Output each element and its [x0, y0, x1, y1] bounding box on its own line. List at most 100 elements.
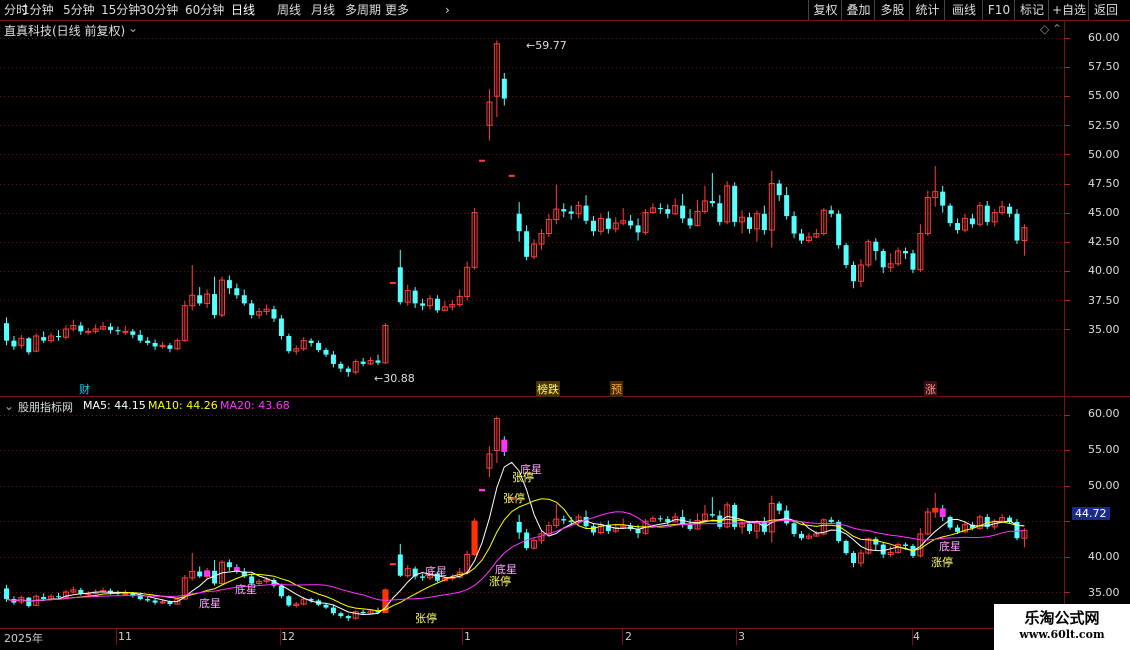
ind-candle-down: [41, 596, 47, 600]
ma5-line: [6, 461, 1025, 616]
main-candle-down: [4, 323, 9, 341]
main-candle-down: [969, 218, 975, 225]
ind-candle-down: [330, 607, 336, 614]
ind-candle-down: [947, 516, 953, 528]
main-candle-down: [1007, 206, 1013, 214]
main-candle-down: [226, 280, 232, 289]
main-candle-down: [286, 335, 292, 352]
ind-tick-40: 40.00: [1088, 550, 1120, 563]
ind-candle-down: [590, 526, 596, 533]
ind-candle-down: [828, 519, 834, 522]
limit-signal-1: 张停: [415, 612, 437, 625]
ind-candle-down: [397, 554, 403, 576]
ind-candle-down: [747, 524, 752, 532]
main-candle-down: [799, 233, 805, 241]
date-label-2025: 2025年: [4, 632, 43, 645]
main-candle-down: [115, 330, 121, 332]
ind-candle-down: [784, 510, 790, 524]
main-candle-down: [145, 340, 151, 343]
star-signal-2: 底星: [235, 583, 257, 596]
main-candle-up: [508, 174, 515, 177]
main-candle-down: [11, 340, 17, 347]
ind-candle-down: [873, 538, 879, 545]
ind-tick-35: 35.00: [1088, 586, 1120, 599]
main-candle-down: [316, 342, 322, 350]
ind-signal-bar: [939, 508, 946, 517]
ind-candle-down: [197, 571, 203, 577]
high-price-value: 59.77: [535, 39, 567, 52]
event-tag-finance[interactable]: 财: [78, 381, 91, 397]
ind-candle-down: [26, 597, 32, 607]
main-candle-down: [241, 295, 247, 304]
main-candle-down: [412, 290, 418, 304]
watermark-box: 乐淘公式网 www.60lt.com: [994, 604, 1130, 650]
main-candle-down: [903, 251, 909, 254]
main-price-axis: 60.00 57.50 55.00 52.50 50.00 47.50 45.0…: [1064, 21, 1130, 396]
diamond-icon[interactable]: ◇: [1040, 22, 1049, 36]
main-candle-down: [197, 295, 203, 304]
main-candle-down: [880, 251, 886, 268]
ind-candle-down: [843, 541, 849, 554]
event-tag-limit[interactable]: 涨: [924, 381, 937, 397]
main-candle-down: [910, 253, 916, 270]
main-candle-up: [85, 330, 92, 333]
ind-candle-down: [776, 503, 782, 511]
main-candle-down: [791, 216, 797, 234]
ind-candle-down: [145, 599, 151, 601]
main-candle-up: [389, 281, 396, 284]
ind-candle-down: [657, 518, 663, 520]
ind-candle-down: [880, 544, 886, 555]
date-label-4: 4: [913, 630, 920, 643]
ind-candle-up: [159, 601, 166, 604]
main-tick-52: 52.50: [1088, 119, 1120, 132]
main-candle-down: [984, 205, 990, 222]
date-label-11: 11: [118, 630, 132, 643]
ind-candle-down: [851, 553, 857, 563]
ind-candle-down: [286, 596, 292, 606]
main-candle-down: [873, 241, 879, 252]
limit-signal-4: 张停: [512, 471, 534, 484]
main-candle-down: [360, 361, 366, 364]
collapse-icon[interactable]: ⌃: [1052, 22, 1062, 36]
main-candle-down: [784, 195, 790, 217]
watermark-url: www.60lt.com: [1019, 628, 1105, 641]
main-candle-down: [108, 326, 114, 331]
ind-signal-bar: [471, 521, 478, 555]
main-candle-down: [420, 303, 426, 306]
main-candle-down: [732, 185, 738, 222]
title-dropdown-icon[interactable]: ⌄: [128, 21, 138, 35]
main-candle-down: [271, 309, 277, 319]
main-candle-down: [590, 220, 596, 232]
event-tag-board[interactable]: 榜跌: [536, 381, 560, 397]
ind-candle-up: [389, 563, 396, 566]
ind-candle-down: [338, 613, 344, 617]
ind-candle-down: [903, 544, 909, 546]
limit-signal-3: 张停: [503, 492, 525, 505]
ind-candle-down: [687, 524, 693, 529]
event-tag-forecast[interactable]: 预: [610, 381, 623, 397]
low-price-label: ←30.88: [374, 372, 415, 385]
limit-signal-5: 涨停: [931, 556, 953, 569]
stock-title: 直真科技(日线 前复权): [4, 24, 126, 38]
main-candle-down: [278, 318, 284, 336]
main-tick-40: 40.00: [1088, 264, 1120, 277]
ma20-label: MA20: 43.68: [220, 399, 290, 412]
ind-candle-down: [226, 562, 232, 568]
ind-candle-down: [360, 611, 366, 614]
ma20-line: [6, 511, 1025, 602]
main-candle-down: [628, 220, 634, 226]
main-candle-down: [330, 354, 336, 364]
ind-candle-down: [152, 600, 158, 603]
main-candle-down: [308, 340, 314, 343]
star-signal-3: 底星: [425, 565, 447, 578]
indicator-dropdown-icon[interactable]: ⌄: [4, 399, 14, 413]
date-label-2: 2: [625, 630, 632, 643]
main-tick-60: 60.00: [1088, 31, 1120, 44]
main-candle-down: [583, 205, 589, 221]
main-candle-down: [657, 207, 663, 210]
indicator-axis: 60.00 55.00 50.00 44.72 40.00 35.00: [1064, 397, 1130, 629]
main-tick-45: 45.00: [1088, 206, 1120, 219]
main-candle-down: [345, 368, 351, 373]
main-candle-down: [665, 209, 671, 214]
ind-candle-down: [345, 616, 351, 619]
